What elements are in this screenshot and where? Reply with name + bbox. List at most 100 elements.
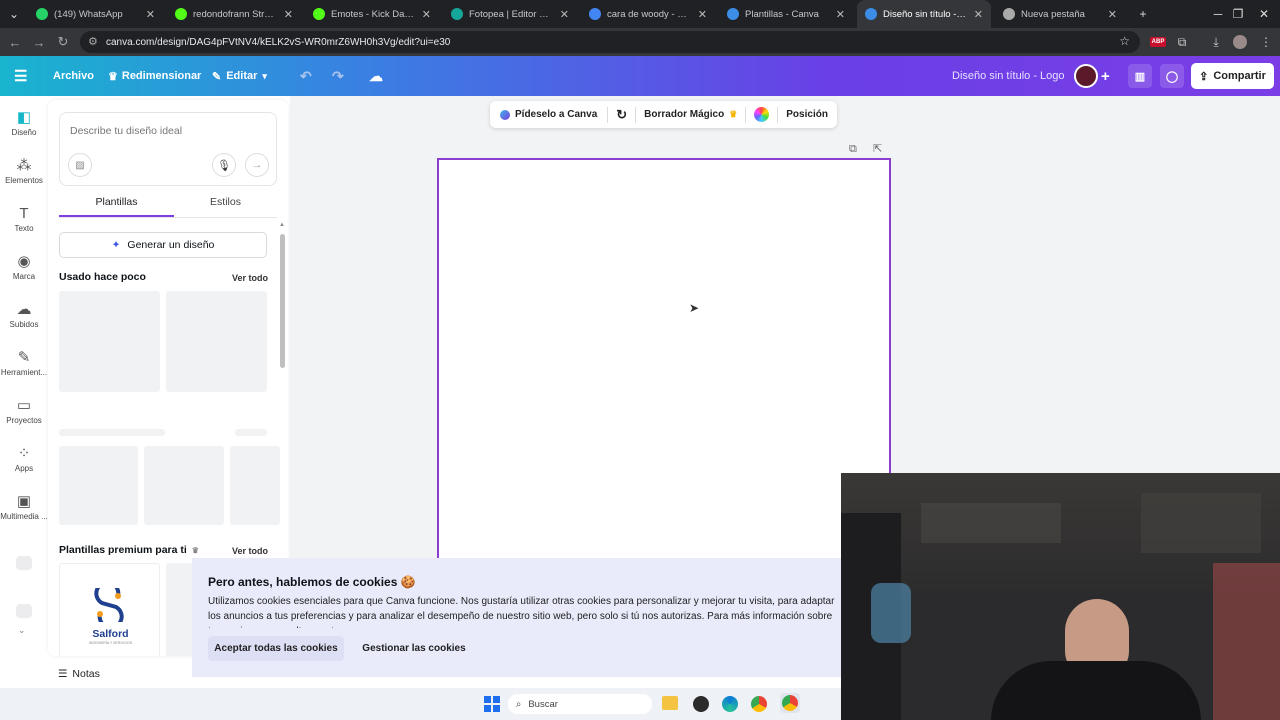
webcam-overlay bbox=[841, 473, 1280, 720]
browser-tab[interactable]: Plantillas - Canva ✕ bbox=[719, 0, 853, 28]
recent-see-all-link[interactable]: Ver todo bbox=[232, 273, 268, 283]
template-placeholder bbox=[230, 446, 280, 525]
rail-item[interactable]: ▭ Proyectos bbox=[0, 396, 48, 440]
panel-scrollbar[interactable] bbox=[280, 234, 285, 368]
editar-menu[interactable]: ✎ Editar ▾ bbox=[212, 56, 267, 96]
reload-icon[interactable]: ↻ bbox=[50, 28, 76, 56]
browser-tab[interactable]: cara de woody - Buscar c ✕ bbox=[581, 0, 715, 28]
recent-design-thumbnail[interactable] bbox=[166, 291, 267, 392]
color-wheel-icon[interactable] bbox=[746, 107, 777, 122]
loading-placeholder bbox=[59, 429, 165, 436]
tab-close-icon[interactable]: ✕ bbox=[284, 8, 293, 21]
template-card-salford[interactable]: Salford INGENIERÍA Y SERVICIOS bbox=[59, 563, 160, 656]
windows-start-icon[interactable] bbox=[484, 696, 500, 712]
edge-browser-icon[interactable] bbox=[722, 696, 738, 712]
obs-app-icon[interactable] bbox=[693, 696, 709, 712]
premium-see-all-link[interactable]: Ver todo bbox=[232, 546, 268, 556]
browser-tab[interactable]: Emotes - Kick Dashboard ✕ bbox=[305, 0, 439, 28]
tab-close-icon[interactable]: ✕ bbox=[974, 8, 983, 21]
tab-close-icon[interactable]: ✕ bbox=[560, 8, 569, 21]
accept-cookies-button[interactable]: Aceptar todas las cookies bbox=[208, 636, 344, 661]
scroll-up-icon[interactable]: ▲ bbox=[279, 222, 285, 230]
rail-item[interactable]: ◧ Diseño bbox=[0, 108, 48, 152]
site-info-icon[interactable]: ⚙ bbox=[88, 35, 98, 48]
tab-close-icon[interactable]: ✕ bbox=[1108, 8, 1117, 21]
chrome-icon[interactable] bbox=[751, 696, 767, 712]
close-window-icon[interactable]: ✕ bbox=[1244, 0, 1280, 28]
insights-icon[interactable]: ▥ bbox=[1128, 64, 1152, 88]
browser-tab[interactable]: redondofrann Stream - W ✕ bbox=[167, 0, 301, 28]
tab-plantillas[interactable]: Plantillas bbox=[59, 196, 174, 208]
cloud-save-icon[interactable]: ☁ bbox=[369, 56, 383, 96]
redo-icon[interactable]: ↷ bbox=[332, 56, 344, 96]
os-taskbar bbox=[0, 688, 841, 720]
tab-favicon-icon bbox=[175, 8, 187, 20]
file-explorer-icon[interactable] bbox=[662, 696, 678, 710]
magic-switch-icon[interactable]: ↻ bbox=[608, 107, 635, 123]
generate-design-button[interactable]: ✦ Generar un diseño bbox=[59, 232, 267, 258]
browser-menu-icon[interactable]: ⋮ bbox=[1254, 28, 1278, 56]
rail-item-label: Multimedia ... bbox=[0, 512, 48, 521]
tab-label: Emotes - Kick Dashboard bbox=[331, 8, 416, 20]
cookie-title: Pero antes, hablemos de cookies 🍪 bbox=[208, 575, 416, 589]
rail-item[interactable]: ☁ Subidos bbox=[0, 300, 48, 344]
microphone-icon[interactable]: 🎙 bbox=[212, 153, 236, 177]
rail-item[interactable]: T Texto bbox=[0, 204, 48, 248]
submit-arrow-icon[interactable]: → bbox=[245, 153, 269, 177]
image-upload-icon[interactable]: ▨ bbox=[68, 153, 92, 177]
add-page-icon[interactable]: ⇱ bbox=[873, 142, 882, 155]
hamburger-menu-icon[interactable]: ☰ bbox=[14, 56, 27, 96]
media-icon: ▣ bbox=[16, 493, 32, 510]
chrome-active-app-icon[interactable] bbox=[780, 693, 800, 713]
undo-icon[interactable]: ↶ bbox=[300, 56, 312, 96]
tab-label: Plantillas - Canva bbox=[745, 8, 819, 20]
extensions-icon[interactable]: ⧉ bbox=[1170, 28, 1194, 56]
forward-icon[interactable]: → bbox=[26, 28, 52, 56]
rail-item[interactable]: ◉ Marca bbox=[0, 252, 48, 296]
tab-search-icon[interactable]: ⌄ bbox=[0, 0, 28, 28]
user-avatar[interactable] bbox=[1074, 56, 1098, 96]
duplicate-page-icon[interactable]: ⧉ bbox=[849, 143, 857, 156]
browser-tab[interactable]: (149) WhatsApp ✕ bbox=[28, 0, 163, 28]
tab-estilos[interactable]: Estilos bbox=[174, 196, 277, 208]
browser-tab[interactable]: Fotopea | Editor de fotos ✕ bbox=[443, 0, 577, 28]
taskbar-search[interactable]: ⌕ Buscar bbox=[508, 694, 652, 714]
tab-favicon-icon bbox=[865, 8, 877, 20]
back-icon[interactable]: ← bbox=[2, 28, 28, 56]
adblock-extension-icon[interactable]: ABP bbox=[1149, 37, 1167, 47]
recent-design-thumbnail[interactable] bbox=[59, 291, 160, 392]
add-collaborator-icon[interactable]: + bbox=[1101, 56, 1110, 96]
rail-item[interactable]: ✎ Herramient... bbox=[0, 348, 48, 392]
ask-canva-button[interactable]: Pídeselo a Canva bbox=[490, 101, 607, 128]
redimensionar-button[interactable]: ♛ Redimensionar bbox=[108, 56, 201, 96]
rail-item[interactable]: ⁘ Apps bbox=[0, 444, 48, 488]
comments-icon[interactable]: ◯ bbox=[1160, 64, 1184, 88]
design-canvas[interactable] bbox=[437, 158, 891, 578]
url-field[interactable]: ⚙ canva.com/design/DAG4pFVtNV4/kELK2vS-W… bbox=[80, 31, 1140, 53]
notes-button[interactable]: ☰ Notas bbox=[58, 668, 100, 680]
taskbar-search-placeholder: Buscar bbox=[528, 698, 558, 710]
tab-close-icon[interactable]: ✕ bbox=[698, 8, 707, 21]
magic-eraser-button[interactable]: Borrador Mágico ♛ bbox=[636, 109, 745, 120]
download-icon[interactable]: ⤓ bbox=[1204, 28, 1228, 56]
tab-close-icon[interactable]: ✕ bbox=[146, 8, 155, 21]
manage-cookies-button[interactable]: Gestionar las cookies bbox=[354, 636, 474, 661]
rail-item[interactable]: ▣ Multimedia ... bbox=[0, 492, 48, 536]
share-button[interactable]: ⇪ Compartir bbox=[1191, 63, 1274, 89]
tab-close-icon[interactable]: ✕ bbox=[422, 8, 431, 21]
new-tab-button[interactable]: + bbox=[1128, 0, 1158, 28]
chevron-down-icon: ▾ bbox=[262, 70, 267, 81]
archivo-menu[interactable]: Archivo bbox=[53, 56, 94, 96]
position-button[interactable]: Posición bbox=[778, 109, 836, 120]
rail-expand-chevron-icon[interactable]: ⌄ bbox=[18, 625, 26, 636]
bookmark-star-icon[interactable]: ☆ bbox=[1119, 34, 1130, 48]
rail-item[interactable]: ⁂ Elementos bbox=[0, 156, 48, 200]
profile-avatar[interactable] bbox=[1228, 28, 1252, 56]
browser-tab[interactable]: Nueva pestaña ✕ bbox=[995, 0, 1125, 28]
tab-close-icon[interactable]: ✕ bbox=[836, 8, 845, 21]
tab-favicon-icon bbox=[451, 8, 463, 20]
folder-icon: ▭ bbox=[16, 397, 32, 414]
design-title[interactable]: Diseño sin título - Logo bbox=[952, 56, 1065, 96]
prompt-box[interactable]: Describe tu diseño ideal ▨ 🎙 → bbox=[59, 112, 277, 186]
browser-tab[interactable]: Diseño sin título - Logo ✕ bbox=[857, 0, 991, 28]
